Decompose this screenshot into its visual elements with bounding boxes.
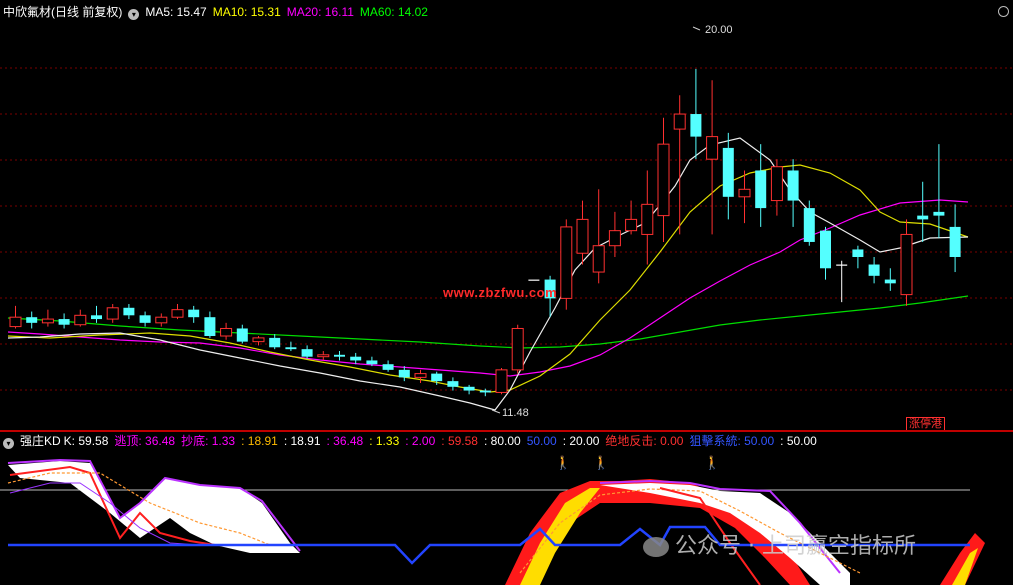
candle-body[interactable]	[317, 354, 330, 358]
ma10-value: MA10: 15.31	[212, 5, 281, 19]
high-price-label: 20.00	[705, 24, 733, 36]
candle-body[interactable]	[608, 230, 621, 247]
candle-body[interactable]	[220, 327, 233, 337]
candle-body[interactable]	[803, 208, 815, 242]
signal-person-icon: 🚶	[704, 455, 721, 470]
candle-body[interactable]	[41, 318, 54, 324]
candle-body[interactable]	[155, 316, 168, 324]
candle-body[interactable]	[269, 337, 281, 348]
candle-body[interactable]	[204, 317, 216, 336]
candle-body[interactable]	[285, 347, 297, 350]
candle-body[interactable]	[770, 166, 783, 202]
ma60-value: MA60: 14.02	[359, 5, 428, 19]
candle-body[interactable]	[123, 307, 135, 316]
low-price-label: 11.48	[502, 407, 529, 419]
candle-body[interactable]	[479, 390, 491, 393]
signal-person-icon: 🚶	[555, 455, 572, 470]
candle-body[interactable]	[738, 188, 751, 198]
candle-body[interactable]	[787, 170, 799, 201]
signal-person-icon: 🚶	[593, 455, 610, 470]
candle-body[interactable]	[301, 349, 313, 357]
candle-body[interactable]	[917, 215, 929, 220]
candle-body[interactable]	[139, 315, 151, 323]
candle-body[interactable]	[106, 307, 119, 320]
ma5-line	[7, 137, 969, 411]
candle-body[interactable]	[576, 218, 589, 254]
candle-body[interactable]	[820, 230, 831, 269]
watermark-url: www.zbzfwu.com	[443, 285, 558, 300]
candle-body[interactable]	[171, 309, 184, 318]
candle-body[interactable]	[949, 226, 961, 257]
white-band-left	[8, 461, 300, 553]
candle-body[interactable]	[447, 381, 459, 387]
candle-body[interactable]	[366, 360, 378, 365]
candle-body[interactable]	[350, 356, 362, 361]
ma5-value: MA5: 15.47	[145, 5, 207, 19]
wechat-text: 公众号 · 上司赢空指标所	[675, 534, 916, 559]
candle-body[interactable]	[236, 328, 248, 342]
ma20-value: MA20: 16.11	[286, 5, 354, 19]
candle-body[interactable]	[414, 373, 427, 378]
candle-body[interactable]	[933, 211, 945, 216]
candle-body[interactable]	[91, 315, 102, 320]
candle-body[interactable]	[188, 309, 200, 318]
candle-body[interactable]	[755, 170, 767, 209]
candle-body[interactable]	[495, 369, 508, 393]
candle-body[interactable]	[9, 316, 22, 328]
candle-body[interactable]	[528, 279, 540, 281]
candle-body[interactable]	[690, 114, 702, 137]
candlestick-chart[interactable]	[0, 0, 1013, 430]
candle-body[interactable]	[74, 314, 87, 326]
zhangting-tag: 涨停港	[906, 417, 945, 431]
candle-body[interactable]	[398, 369, 410, 378]
candle-body[interactable]	[836, 264, 848, 266]
candle-body[interactable]	[884, 279, 896, 284]
candle-body[interactable]	[463, 386, 475, 391]
candle-body[interactable]	[657, 143, 670, 217]
candle-body[interactable]	[722, 147, 734, 197]
candle-body[interactable]	[625, 218, 638, 232]
candle-body[interactable]	[706, 136, 719, 160]
chevron-down-icon[interactable]: ▾	[128, 9, 140, 20]
candle-body[interactable]	[511, 327, 524, 371]
main-header: 中欣氟材(日线 前复权) ▾ MA5: 15.47 MA10: 15.31 MA20: …	[3, 5, 434, 20]
candle-body[interactable]	[431, 373, 443, 382]
candle-body[interactable]	[334, 354, 345, 357]
ma10-line	[7, 164, 969, 393]
wechat-watermark: 公众号 · 上司赢空指标所	[643, 528, 916, 560]
stock-title[interactable]: 中欣氟材(日线 前复权)	[3, 5, 122, 19]
panel-divider[interactable]	[0, 430, 1013, 432]
candle-body[interactable]	[26, 317, 38, 323]
candle-body[interactable]	[852, 249, 864, 257]
wechat-icon	[643, 537, 669, 557]
settings-icon[interactable]	[998, 6, 1009, 17]
candle-body[interactable]	[382, 364, 394, 370]
candle-body[interactable]	[868, 264, 880, 276]
ma60-line	[7, 295, 969, 349]
candle-body[interactable]	[560, 226, 573, 299]
candle-body[interactable]	[252, 337, 265, 343]
candle-body[interactable]	[592, 245, 605, 273]
candle-body[interactable]	[641, 203, 654, 235]
kd-indicator-chart[interactable]	[0, 433, 1013, 585]
candle-body[interactable]	[58, 319, 70, 325]
candle-body[interactable]	[900, 233, 913, 296]
candle-body[interactable]	[673, 113, 686, 130]
